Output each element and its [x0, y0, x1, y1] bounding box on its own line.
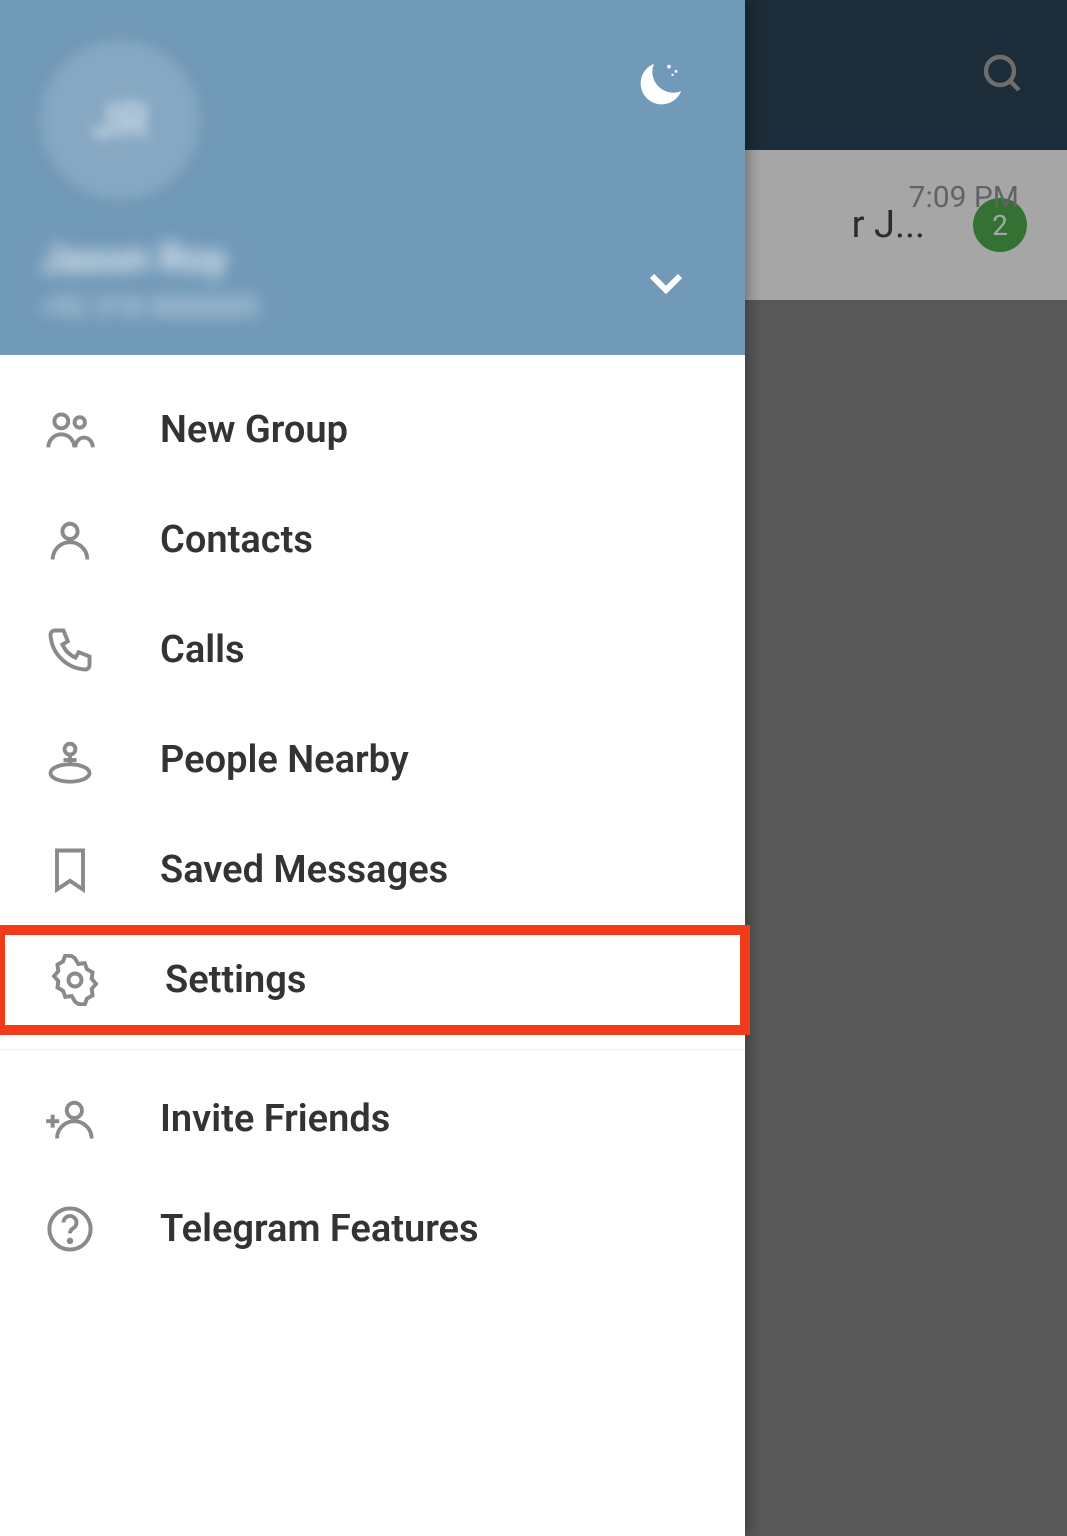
nearby-icon	[40, 734, 100, 786]
menu-item-settings[interactable]: Settings	[0, 925, 750, 1035]
menu-label: Calls	[160, 628, 245, 672]
menu-item-contacts[interactable]: Contacts	[0, 485, 745, 595]
chevron-down-icon[interactable]	[642, 258, 690, 310]
user-name: Jason Roy	[40, 235, 227, 282]
side-drawer: JR Jason Roy +92 318 0000000 New Group	[0, 0, 745, 1536]
person-icon	[40, 514, 100, 566]
menu-item-invite-friends[interactable]: Invite Friends	[0, 1064, 745, 1174]
menu-label: Contacts	[160, 518, 313, 562]
menu-label: Saved Messages	[160, 848, 448, 892]
menu-divider	[0, 1049, 745, 1050]
avatar[interactable]: JR	[40, 40, 200, 200]
menu-item-saved-messages[interactable]: Saved Messages	[0, 815, 745, 925]
drawer-header: JR Jason Roy +92 318 0000000	[0, 0, 745, 355]
night-mode-icon[interactable]	[634, 55, 690, 115]
help-icon	[40, 1203, 100, 1255]
invite-icon	[40, 1093, 100, 1145]
menu-label: Settings	[165, 958, 306, 1002]
menu-label: Invite Friends	[160, 1097, 390, 1141]
group-icon	[40, 404, 100, 456]
menu-list: New Group Contacts Calls	[0, 355, 745, 1536]
menu-label: New Group	[160, 408, 348, 452]
bookmark-icon	[40, 844, 100, 896]
menu-item-telegram-features[interactable]: Telegram Features	[0, 1174, 745, 1284]
menu-item-new-group[interactable]: New Group	[0, 375, 745, 485]
menu-label: People Nearby	[160, 738, 409, 782]
menu-item-people-nearby[interactable]: People Nearby	[0, 705, 745, 815]
menu-item-calls[interactable]: Calls	[0, 595, 745, 705]
gear-icon	[45, 954, 105, 1006]
user-phone: +92 318 0000000	[40, 290, 259, 323]
phone-icon	[40, 624, 100, 676]
menu-label: Telegram Features	[160, 1207, 479, 1251]
